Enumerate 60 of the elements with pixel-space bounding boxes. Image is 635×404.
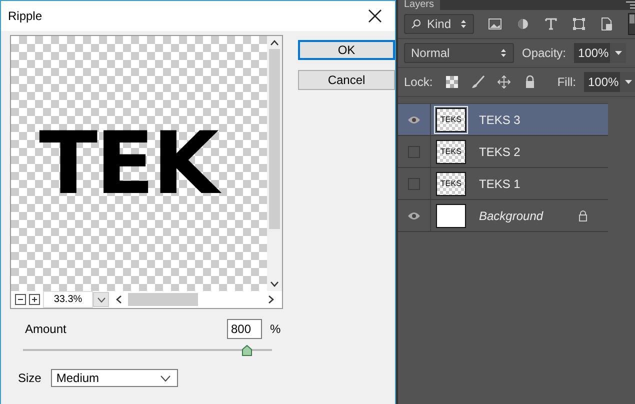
adjustment-filter-icon[interactable] xyxy=(516,17,530,31)
type-filter-icon[interactable] xyxy=(544,17,558,31)
percent-label: % xyxy=(270,322,281,336)
lock-pixels-icon[interactable] xyxy=(444,75,459,89)
size-dropdown[interactable]: Medium xyxy=(51,369,178,387)
shape-filter-icon[interactable] xyxy=(572,17,586,31)
image-filter-icon[interactable] xyxy=(488,17,502,31)
blend-mode-dropdown[interactable]: Normal xyxy=(404,43,514,63)
updown-icon xyxy=(460,19,467,29)
layer-name: Background xyxy=(479,208,544,222)
zoom-in-button[interactable] xyxy=(29,294,40,305)
layer-thumbnail xyxy=(436,204,466,228)
move-icon[interactable] xyxy=(496,75,511,89)
thumbnail-text: TEKS xyxy=(440,147,462,156)
size-label: Size xyxy=(18,371,42,385)
zoom-field[interactable]: 33.3% xyxy=(43,291,93,308)
lock-label: Lock: xyxy=(404,75,433,89)
layer-name: TEKS 3 xyxy=(479,112,522,126)
vertical-scrollbar[interactable] xyxy=(267,36,282,291)
search-icon xyxy=(411,19,421,29)
layer-row[interactable]: TEKS TEKS 1 xyxy=(398,168,608,200)
amount-field[interactable]: 800 xyxy=(227,319,262,339)
arrow-left-icon xyxy=(116,295,122,304)
fill-label: Fill: xyxy=(557,75,576,89)
layer-row[interactable]: TEKS TEKS 3 xyxy=(398,104,608,136)
smart-object-filter-icon[interactable] xyxy=(600,17,614,31)
brush-icon[interactable] xyxy=(470,75,485,89)
ok-button[interactable]: OK xyxy=(298,40,395,60)
close-icon xyxy=(368,9,382,23)
chevron-down-icon xyxy=(160,374,172,382)
thumbnail-text: TEKS xyxy=(440,179,462,188)
cancel-button[interactable]: Cancel xyxy=(298,70,395,90)
panel-menu-icon xyxy=(626,1,635,9)
layer-name: TEKS 1 xyxy=(479,176,522,190)
filter-toggle-icon[interactable] xyxy=(628,13,635,35)
zoom-dropdown-button[interactable] xyxy=(93,292,109,307)
thumbnail-text: TEKS xyxy=(440,115,462,124)
amount-label: Amount xyxy=(25,322,68,336)
arrow-up-icon xyxy=(270,40,279,46)
filter-kind-dropdown[interactable]: Kind xyxy=(404,14,474,34)
updown-icon xyxy=(500,48,507,58)
minus-icon xyxy=(17,296,24,303)
slider-thumb[interactable] xyxy=(242,345,252,356)
plus-icon xyxy=(31,296,38,303)
opacity-field[interactable]: 100% xyxy=(574,43,626,63)
layers-tab[interactable]: Layers xyxy=(398,0,440,10)
fill-field[interactable]: 100% xyxy=(584,72,635,92)
layer-row[interactable]: TEKS TEKS 2 xyxy=(398,136,608,168)
caret-down-icon xyxy=(624,80,632,84)
opacity-label: Opacity: xyxy=(522,46,566,60)
zoom-out-button[interactable] xyxy=(15,294,26,305)
layer-row[interactable]: Background xyxy=(398,200,608,232)
caret-down-icon xyxy=(614,51,622,55)
eye-icon[interactable] xyxy=(407,210,421,220)
arrow-down-icon xyxy=(270,281,279,287)
arrow-right-icon xyxy=(268,295,274,304)
eye-icon[interactable] xyxy=(407,114,421,124)
layer-name: TEKS 2 xyxy=(479,144,522,158)
chevron-down-icon xyxy=(96,296,106,302)
window-title: Ripple xyxy=(8,9,42,23)
